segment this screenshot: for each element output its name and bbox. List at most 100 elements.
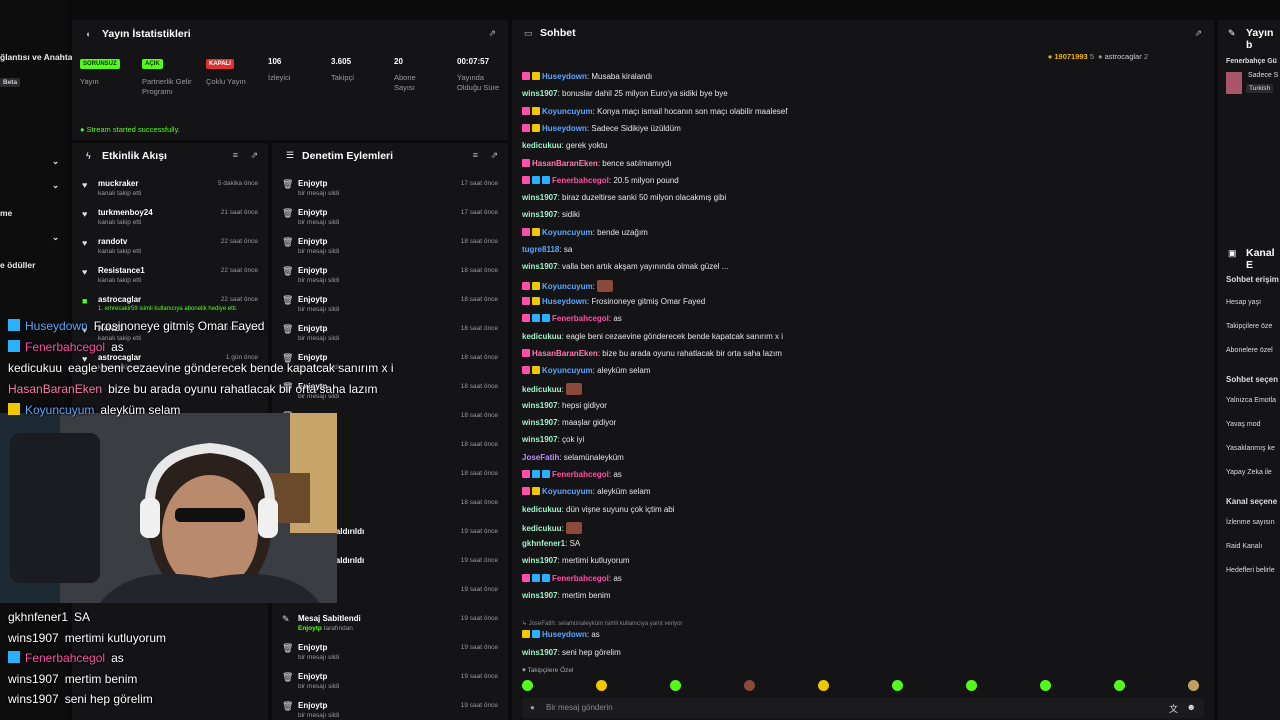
settings-item[interactable]: Hedefleri belirle bbox=[1226, 567, 1275, 574]
chat-message[interactable]: wins1907: mertim benim bbox=[522, 591, 610, 600]
chat-username[interactable]: HasanBaranEken bbox=[532, 159, 598, 168]
chat-message[interactable]: HasanBaranEken: bize bu arada oyunu raha… bbox=[522, 348, 782, 358]
chat-message[interactable]: Fenerbahcegol: as bbox=[522, 469, 622, 479]
chat-message[interactable]: wins1907: sidiki bbox=[522, 210, 580, 219]
chat-username[interactable]: Huseydown bbox=[542, 297, 587, 306]
settings-item[interactable]: Raid Kanalı bbox=[1226, 543, 1262, 550]
emote-button[interactable] bbox=[596, 680, 607, 691]
chat-message[interactable]: Koyuncuyum: bbox=[522, 279, 614, 292]
popout-icon[interactable]: ⇗ bbox=[1194, 28, 1202, 39]
emote-button[interactable] bbox=[744, 680, 755, 691]
heart-icon: ♥ bbox=[522, 667, 526, 674]
settings-item[interactable]: Abonelere özel bbox=[1226, 347, 1273, 354]
popout-icon[interactable]: ⇗ bbox=[490, 150, 498, 161]
chat-message[interactable]: Fenerbahcegol: as bbox=[522, 573, 622, 583]
chat-username[interactable]: wins1907 bbox=[522, 89, 558, 98]
chat-username[interactable]: HasanBaranEken bbox=[532, 349, 598, 358]
chat-username[interactable]: wins1907 bbox=[522, 210, 558, 219]
chat-username[interactable]: wins1907 bbox=[522, 435, 558, 444]
emote-button[interactable] bbox=[1188, 680, 1199, 691]
chat-text: Sadece Sidikiye üzüldüm bbox=[591, 123, 681, 133]
smile-icon[interactable]: ☻ bbox=[1187, 702, 1196, 712]
settings-item[interactable]: Yalnızca Emotla bbox=[1226, 397, 1276, 404]
chat-message[interactable]: Huseydown: Musaba kiralandı bbox=[522, 72, 652, 81]
emote-button[interactable] bbox=[818, 680, 829, 691]
chat-username[interactable]: JoseFatih bbox=[522, 453, 559, 462]
chat-message[interactable]: wins1907: mertimi kutluyorum bbox=[522, 556, 630, 565]
chat-username[interactable]: wins1907 bbox=[522, 193, 558, 202]
chat-username[interactable]: Fenerbahcegol bbox=[552, 176, 609, 185]
chat-username[interactable]: Huseydown bbox=[542, 72, 587, 81]
chat-message[interactable]: wins1907: maaşlar gidiyor bbox=[522, 418, 616, 427]
chat-username[interactable]: Fenerbahcegol bbox=[552, 574, 609, 583]
popout-icon[interactable]: ⇗ bbox=[488, 28, 496, 39]
chat-message[interactable]: Koyuncuyum: Konya maçı ismail hocanın so… bbox=[522, 106, 787, 116]
chat-username[interactable]: wins1907 bbox=[522, 648, 558, 657]
settings-item[interactable]: Takipçilere öze bbox=[1226, 323, 1272, 330]
chat-message[interactable]: wins1907: bonuslar dahil 25 milyon Euro'… bbox=[522, 89, 728, 98]
chat-username[interactable]: Huseydown bbox=[542, 124, 587, 133]
chat-message[interactable]: tugre8118: sa bbox=[522, 245, 572, 254]
chat-username[interactable]: Koyuncuyum bbox=[542, 282, 593, 291]
settings-item[interactable]: Yapay Zeka ile bbox=[1226, 469, 1272, 476]
chat-message[interactable]: wins1907: seni hep görelim bbox=[522, 648, 621, 657]
emote-button[interactable] bbox=[1040, 680, 1051, 691]
chat-username[interactable]: wins1907 bbox=[522, 262, 558, 271]
chat-message[interactable]: kedicukuu: eagle beni cezaevine gönderec… bbox=[522, 332, 783, 341]
chat-username[interactable]: Fenerbahcegol bbox=[552, 314, 609, 323]
chat-message[interactable]: wins1907: valla ben artık akşam yayınınd… bbox=[522, 262, 728, 271]
chat-input[interactable]: ● Bir mesaj gönderin 文 ☻ bbox=[522, 698, 1204, 718]
chat-message[interactable]: HasanBaranEken: bence satılmamıydı bbox=[522, 158, 672, 168]
chat-username[interactable]: kedicukuu bbox=[522, 524, 562, 533]
chat-username[interactable]: wins1907 bbox=[522, 401, 558, 410]
emote-button[interactable] bbox=[522, 680, 533, 691]
chat-username[interactable]: kedicukuu bbox=[522, 505, 562, 514]
chat-message[interactable]: Koyuncuyum: bende uzağım bbox=[522, 227, 648, 237]
chat-message[interactable]: wins1907: biraz duzeltirse sanki 50 mily… bbox=[522, 193, 726, 202]
emoji-icon[interactable]: ● bbox=[530, 703, 535, 712]
category-thumbnail[interactable] bbox=[1226, 72, 1242, 94]
translate-icon[interactable]: 文 bbox=[1169, 702, 1178, 715]
chat-message[interactable]: JoseFatih: selamünaleyküm bbox=[522, 453, 624, 462]
chat-message[interactable]: Huseydown: Sadece Sidikiye üzüldüm bbox=[522, 123, 681, 133]
chat-message[interactable]: gkhnfener1: SA bbox=[522, 539, 580, 548]
chat-username[interactable]: kedicukuu bbox=[522, 141, 562, 150]
settings-item[interactable]: Hesap yaşı bbox=[1226, 299, 1261, 306]
chat-message[interactable]: wins1907: çok iyi bbox=[522, 435, 584, 444]
chat-message[interactable]: Huseydown: as bbox=[522, 630, 600, 639]
chat-username[interactable]: wins1907 bbox=[522, 556, 558, 565]
chat-message[interactable]: Koyuncuyum: aleyküm selam bbox=[522, 366, 650, 375]
chat-message[interactable]: kedicukuu: dün vişne suyunu çok içtim ab… bbox=[522, 505, 675, 514]
chat-username[interactable]: Koyuncuyum bbox=[542, 228, 593, 237]
chat-username[interactable]: Fenerbahcegol bbox=[552, 470, 609, 479]
chat-username[interactable]: tugre8118 bbox=[522, 245, 559, 254]
chat-username[interactable]: Koyuncuyum bbox=[542, 487, 593, 496]
emote-button[interactable] bbox=[966, 680, 977, 691]
top-user[interactable]: ● astrocaglar 2 bbox=[1098, 52, 1148, 61]
moderation-time: 19 saat önce bbox=[460, 644, 498, 651]
chat-username[interactable]: kedicukuu bbox=[522, 385, 562, 394]
chat-message[interactable]: kedicukuu: bbox=[522, 383, 583, 396]
emote-button[interactable] bbox=[1114, 680, 1125, 691]
filter-icon[interactable]: ≡ bbox=[473, 150, 478, 160]
chat-message[interactable]: Koyuncuyum: aleyküm selam bbox=[522, 487, 650, 496]
emote-button[interactable] bbox=[892, 680, 903, 691]
chat-username[interactable]: Huseydown bbox=[542, 630, 587, 639]
settings-item[interactable]: Yasaklanmış ke bbox=[1226, 445, 1275, 452]
chat-message[interactable]: kedicukuu: bbox=[522, 521, 583, 534]
settings-item[interactable]: Yavaş mod bbox=[1226, 421, 1261, 428]
emote-button[interactable] bbox=[670, 680, 681, 691]
chat-username[interactable]: Koyuncuyum bbox=[542, 107, 593, 116]
chat-message[interactable]: Huseydown: Frosinoneye gitmiş Omar Fayed bbox=[522, 296, 705, 306]
chat-message[interactable]: kedicukuu: gerek yoktu bbox=[522, 141, 607, 150]
chat-message[interactable]: Fenerbahcegol: as bbox=[522, 314, 622, 323]
chat-message[interactable]: Fenerbahcegol: 20.5 milyon pound bbox=[522, 175, 679, 185]
chat-username[interactable]: gkhnfener1 bbox=[522, 539, 565, 548]
chat-username[interactable]: wins1907 bbox=[522, 591, 558, 600]
chat-username[interactable]: wins1907 bbox=[522, 418, 558, 427]
chat-username[interactable]: kedicukuu bbox=[522, 332, 562, 341]
chat-username[interactable]: Koyuncuyum bbox=[542, 366, 593, 375]
chat-message[interactable]: wins1907: hepsi gidiyor bbox=[522, 401, 607, 410]
top-gifter[interactable]: ● 19071993 5 bbox=[1048, 52, 1094, 61]
settings-item[interactable]: İzlenme sayısın bbox=[1226, 519, 1275, 526]
